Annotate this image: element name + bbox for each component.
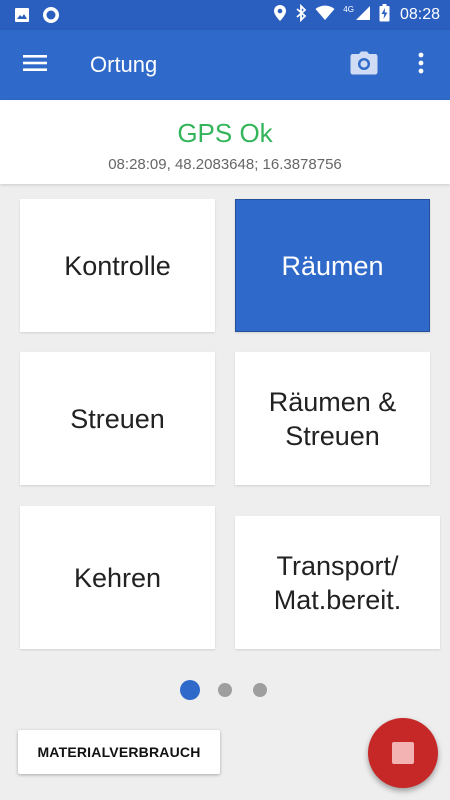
network-type-label: 4G: [343, 4, 354, 14]
tile-kontrolle[interactable]: Kontrolle: [20, 199, 215, 332]
status-left-icons: [14, 6, 60, 29]
page-dot-2[interactable]: [218, 683, 232, 697]
menu-icon: [22, 53, 48, 78]
status-right-icons: 4G 08:28: [273, 3, 440, 27]
battery-charging-icon: [379, 3, 390, 27]
material-consumption-button[interactable]: MATERIALVERBRAUCH: [18, 730, 220, 774]
tile-kehren[interactable]: Kehren: [20, 506, 215, 649]
gps-panel: GPS Ok 08:28:09, 48.2083648; 16.3878756: [0, 100, 450, 184]
status-bar: 4G 08:28: [0, 0, 450, 30]
tile-streuen[interactable]: Streuen: [20, 352, 215, 485]
circle-notification-icon: [42, 6, 60, 29]
signal-icon: [355, 5, 371, 26]
status-time: 08:28: [399, 6, 440, 23]
more-vert-icon: [418, 52, 424, 79]
camera-button[interactable]: [346, 48, 382, 82]
more-options-button[interactable]: [406, 48, 436, 82]
tile-transport[interactable]: Transport/ Mat.bereit.: [235, 516, 440, 649]
page-dot-3[interactable]: [253, 683, 267, 697]
wifi-icon: [315, 5, 335, 26]
tile-raeumen-streuen[interactable]: Räumen & Streuen: [235, 352, 430, 485]
page-title: Ortung: [90, 52, 158, 77]
stop-button[interactable]: [368, 718, 438, 788]
bluetooth-icon: [295, 3, 307, 27]
page-dot-1[interactable]: [180, 680, 200, 700]
stop-icon: [392, 742, 414, 764]
location-icon: [273, 4, 287, 27]
camera-icon: [350, 51, 378, 80]
tile-raeumen[interactable]: Räumen: [235, 199, 430, 332]
gps-coordinates: 08:28:09, 48.2083648; 16.3878756: [108, 156, 342, 173]
menu-button[interactable]: [18, 50, 52, 80]
image-icon: [14, 7, 30, 28]
app-bar: Ortung: [0, 30, 450, 100]
gps-status: GPS Ok: [177, 118, 273, 148]
